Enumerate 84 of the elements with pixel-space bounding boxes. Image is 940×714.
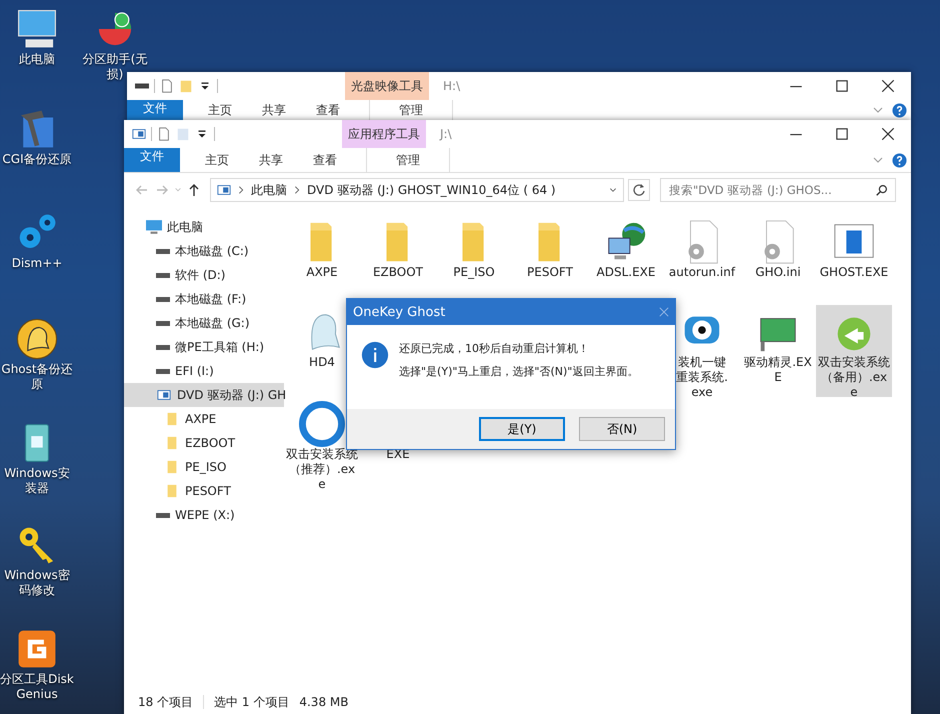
tree-item[interactable]: 软件 (D:) [124, 263, 284, 287]
chevron-right-icon [237, 185, 245, 195]
selection-size: 4.38 MB [299, 695, 348, 709]
window-title: H:\ [442, 78, 460, 95]
refresh-icon[interactable] [628, 179, 650, 201]
file-item[interactable]: GHOST.EXE [816, 215, 892, 305]
file-item[interactable]: 双击安装系统（备用）.exe [816, 305, 892, 397]
tree-item[interactable]: WEPE (X:) [124, 503, 284, 527]
file-tab[interactable]: 文件 [127, 100, 183, 120]
tree-item[interactable]: 本地磁盘 (F:) [124, 287, 284, 311]
file-name: 双击安装系统（备用）.exe [818, 355, 890, 400]
dialog-button[interactable]: 否(N) [579, 417, 665, 441]
file-item[interactable]: AXPE [284, 215, 360, 305]
breadcrumb[interactable]: DVD 驱动器 (J:) GHOST_WIN10_64位 ( 64 ) [307, 182, 556, 198]
desktop-icon-label[interactable]: Dism++ [0, 256, 74, 271]
selection-info: 选中 1 个项目 [214, 694, 290, 710]
search-icon [875, 183, 889, 197]
page-icon[interactable] [157, 127, 171, 141]
desktop-icon-label[interactable]: Windows密码修改 [0, 568, 74, 598]
desktop-icon-label[interactable]: 此电脑 [0, 52, 74, 67]
help-icon[interactable] [892, 152, 907, 168]
dialog-button[interactable]: 是(Y) [479, 417, 565, 441]
file-item[interactable]: 驱动精灵.EXE [740, 305, 816, 397]
info-icon [361, 341, 389, 369]
file-tab[interactable]: 文件 [124, 148, 180, 172]
contextual-tab-group: 光盘映像工具 [345, 72, 429, 100]
desktop-icon-label[interactable]: 分区工具DiskGenius [0, 672, 74, 702]
dialog-message: 还原已完成，10秒后自动重启计算机！ [399, 341, 590, 356]
file-name: AXPE [305, 265, 339, 280]
file-name: PE_ISO [452, 265, 496, 280]
file-name: EZBOOT [372, 265, 424, 280]
drive-icon [156, 272, 170, 278]
chevron-right-icon [293, 185, 301, 195]
tree-item[interactable]: 此电脑 [124, 215, 284, 239]
tree-item[interactable]: 本地磁盘 (C:) [124, 239, 284, 263]
breadcrumb[interactable]: 此电脑 [251, 182, 287, 198]
search-field[interactable]: 搜索"DVD 驱动器 (J:) GHOS... [660, 178, 896, 202]
window-icon [156, 388, 172, 402]
file-name: GHO.ini [754, 265, 802, 280]
page-icon[interactable] [160, 79, 174, 93]
drive-icon [156, 320, 170, 326]
file-name: 装机一键重装系统.exe [676, 355, 728, 400]
file-name: ADSL.EXE [596, 265, 656, 280]
tree-item[interactable]: AXPE [124, 407, 284, 431]
tree-item[interactable]: DVD 驱动器 (J:) GH [124, 383, 284, 407]
dialog-message: 选择"是(Y)"马上重启，选择"否(N)"返回主界面。 [399, 364, 638, 379]
tree-item[interactable]: EFI (I:) [124, 359, 284, 383]
monitor-icon [146, 220, 162, 234]
file-item[interactable]: PESOFT [512, 215, 588, 305]
file-name: PESOFT [526, 265, 574, 280]
desktop-icon-label[interactable]: CGI备份还原 [0, 152, 74, 167]
file-name: GHOST.EXE [818, 265, 890, 280]
contextual-tab-group: 应用程序工具 [342, 120, 426, 148]
circle-icon [299, 401, 345, 447]
tree-item[interactable]: 微PE工具箱 (H:) [124, 335, 284, 359]
file-name: autorun.inf [668, 265, 736, 280]
file-name: 驱动精灵.EXE [743, 355, 813, 385]
tree-item[interactable]: 本地磁盘 (G:) [124, 311, 284, 335]
item-count: 18 个项目 [138, 694, 194, 710]
help-icon[interactable] [892, 102, 907, 118]
file-item[interactable]: ADSL.EXE [588, 215, 664, 305]
drive-icon [156, 296, 170, 302]
tree-item[interactable]: EZBOOT [124, 431, 284, 455]
desktop-icon-label[interactable]: Ghost备份还原 [0, 362, 74, 392]
window-title: J:\ [438, 126, 452, 143]
tree-item[interactable]: PE_ISO [124, 455, 284, 479]
drive-icon [156, 344, 170, 350]
tree-item[interactable]: PESOFT [124, 479, 284, 503]
desktop-icon-label[interactable]: 分区助手(无损) [78, 52, 152, 82]
desktop-icon-label[interactable]: Windows安装器 [0, 466, 74, 496]
window-icon[interactable] [132, 127, 146, 141]
file-item[interactable]: EZBOOT [360, 215, 436, 305]
drive-icon [156, 368, 170, 374]
file-item[interactable]: PE_ISO [436, 215, 512, 305]
drive-icon [156, 248, 170, 254]
drive-icon [156, 512, 170, 518]
file-item[interactable]: autorun.inf [664, 215, 740, 305]
file-name: HD4 [308, 355, 336, 370]
file-item[interactable]: 装机一键重装系统.exe [664, 305, 740, 397]
file-item[interactable]: GHO.ini [740, 215, 816, 305]
address-bar[interactable]: 此电脑 DVD 驱动器 (J:) GHOST_WIN10_64位 ( 64 ) [210, 178, 624, 202]
dialog-title: OneKey Ghost [353, 304, 446, 320]
ghost-icon[interactable] [14, 316, 60, 362]
window-icon [217, 183, 231, 197]
